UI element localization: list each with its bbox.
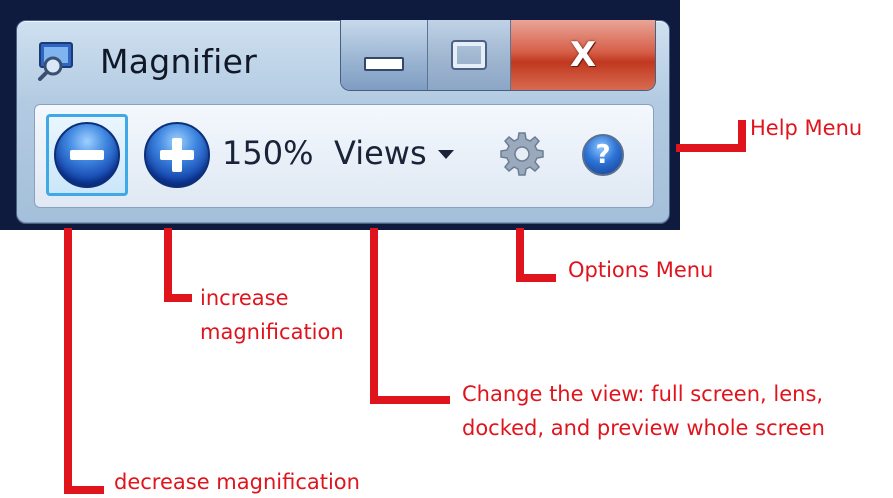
help-menu-annotation: Help Menu (750, 116, 863, 140)
views-annotation-line2: docked, and preview whole screen (462, 416, 825, 440)
increase-pointer-horizontal (164, 294, 192, 302)
increase-pointer-vertical (164, 228, 172, 302)
close-button[interactable]: X (511, 20, 655, 90)
views-pointer-horizontal (370, 396, 450, 404)
zoom-out-icon (54, 122, 120, 188)
help-pointer-line (676, 144, 742, 152)
maximize-icon (451, 40, 487, 70)
increase-annotation-line1: increase (200, 286, 289, 310)
chevron-down-icon[interactable] (438, 150, 454, 159)
decrease-annotation: decrease magnification (114, 470, 360, 494)
close-icon: X (569, 35, 597, 75)
decrease-pointer-vertical (64, 228, 72, 494)
minimize-button[interactable] (341, 20, 428, 90)
gear-icon[interactable] (498, 130, 546, 178)
options-menu-annotation: Options Menu (568, 258, 714, 282)
maximize-button[interactable] (428, 20, 511, 90)
options-pointer-horizontal (516, 274, 556, 282)
caption-buttons: X (340, 20, 656, 91)
magnifier-app-icon (38, 42, 73, 81)
views-annotation-line1: Change the view: full screen, lens, (462, 382, 824, 406)
views-pointer-vertical (370, 228, 378, 404)
help-icon: ? (595, 140, 611, 170)
zoom-in-button[interactable] (136, 114, 218, 196)
magnifier-window: Magnifier X 150% Views ? (0, 0, 680, 230)
decrease-pointer-horizontal (64, 486, 104, 494)
views-dropdown[interactable]: Views (334, 134, 427, 172)
increase-annotation-line2: magnification (200, 320, 344, 344)
help-button[interactable]: ? (582, 134, 624, 176)
help-pointer-tick (738, 120, 746, 152)
zoom-out-button[interactable] (46, 114, 128, 196)
zoom-level-display: 150% (222, 134, 314, 172)
minimize-icon (364, 57, 404, 71)
window-title: Magnifier (100, 42, 258, 81)
zoom-in-icon (144, 122, 210, 188)
